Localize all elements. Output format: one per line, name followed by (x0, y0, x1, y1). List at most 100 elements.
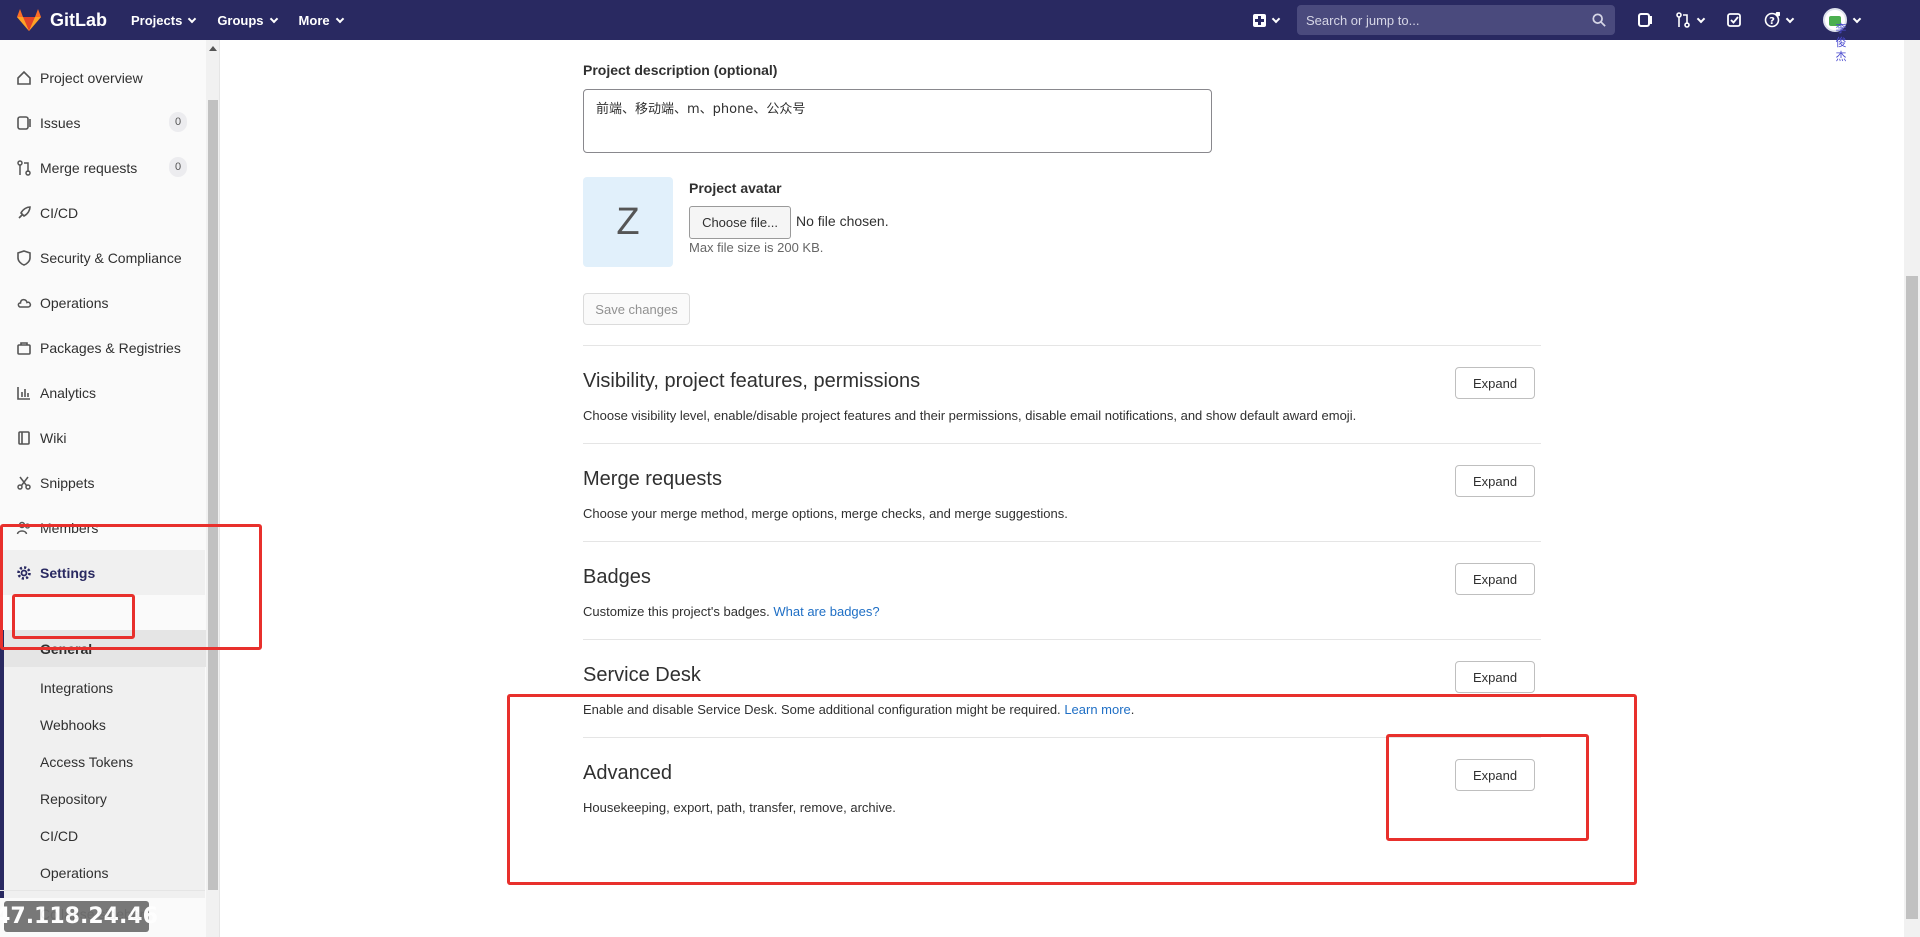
sidebar-sub-general[interactable]: General (4, 630, 209, 667)
sidebar-item-wiki[interactable]: Wiki (0, 415, 205, 460)
search-bar[interactable] (1297, 5, 1615, 35)
sidebar-sub-integrations[interactable]: Integrations (4, 669, 209, 706)
section-description: Choose your merge method, merge options,… (583, 506, 1068, 521)
nav-projects[interactable]: Projects (131, 13, 197, 28)
issues-nav-button[interactable] (1637, 12, 1653, 28)
section-badges: Badges Customize this project's badges. … (583, 541, 1541, 639)
chevron-down-icon (269, 14, 278, 23)
save-changes-button[interactable]: Save changes (583, 293, 690, 325)
section-description-text: Choose your merge method, merge options,… (583, 506, 1068, 521)
chevron-down-icon (1696, 14, 1706, 23)
nav-more[interactable]: More (298, 12, 344, 28)
scroll-up-arrow-icon[interactable] (209, 46, 217, 51)
sidebar-item-label: Project overview (40, 69, 143, 86)
section-advanced: Advanced Housekeeping, export, path, tra… (583, 737, 1541, 835)
sidebar-item-label: Issues (40, 114, 81, 131)
avatar-label: Project avatar (689, 180, 782, 196)
section-title: Badges (583, 566, 651, 588)
section-description-text: Choose visibility level, enable/disable … (583, 408, 1357, 423)
section-description-text: Customize this project's badges. (583, 604, 770, 619)
nav-right: ? (1253, 0, 1862, 40)
sidebar-item-operations[interactable]: Operations (0, 280, 205, 325)
nav-more-label: More (298, 12, 330, 28)
nav-groups[interactable]: Groups (217, 12, 278, 28)
section-description-text: Enable and disable Service Desk. Some ad… (583, 702, 1061, 717)
sidebar-sub-cicd[interactable]: CI/CD (4, 817, 209, 854)
chevron-down-icon (188, 14, 197, 23)
section-title: Service Desk (583, 664, 701, 686)
shield-icon (17, 249, 31, 266)
description-field[interactable]: 前端、移动端、m、phone、公众号 (583, 89, 1212, 153)
sidebar-sub-operations[interactable]: Operations (4, 854, 209, 891)
svg-text:?: ? (1769, 16, 1775, 27)
chevron-down-icon (1271, 14, 1281, 23)
sidebar-scrollbar-thumb[interactable] (208, 100, 218, 890)
page-scrollbar-thumb[interactable] (1906, 276, 1918, 919)
section-service-desk: Service Desk Enable and disable Service … (583, 639, 1541, 737)
merge-request-icon (17, 159, 31, 176)
gitlab-logo-icon (17, 9, 41, 31)
nav-groups-label: Groups (217, 12, 264, 28)
what-are-badges-link[interactable]: What are badges? (773, 604, 879, 619)
section-title: Merge requests (583, 468, 722, 490)
sidebar-item-label: Members (40, 519, 99, 536)
gear-icon (17, 565, 31, 580)
expand-service-desk-button[interactable]: Expand (1455, 661, 1535, 693)
sidebar-item-members[interactable]: Members (0, 505, 205, 550)
sidebar-item-issues[interactable]: Issues 0 (0, 100, 205, 145)
settings-submenu: General Integrations Webhooks Access Tok… (0, 630, 209, 898)
sidebar-item-snippets[interactable]: Snippets (0, 460, 205, 505)
section-description: Enable and disable Service Desk. Some ad… (583, 702, 1134, 717)
expand-advanced-button[interactable]: Expand (1455, 759, 1535, 791)
section-description: Choose visibility level, enable/disable … (583, 408, 1356, 423)
home-icon (17, 70, 31, 85)
sidebar-item-label: Analytics (40, 384, 97, 401)
section-description-text: Housekeeping, export, path, transfer, re… (583, 800, 896, 815)
section-description: Housekeeping, export, path, transfer, re… (583, 800, 896, 815)
search-input[interactable] (1306, 12, 1566, 28)
sidebar-item-label: Security & Compliance (40, 249, 182, 266)
nav-menu: Projects Groups More (131, 13, 365, 28)
rocket-icon (18, 205, 31, 219)
sidebar-item-cicd[interactable]: CI/CD (0, 190, 205, 235)
sidebar-sub-repository[interactable]: Repository (4, 780, 209, 817)
help-nav-button[interactable]: ? (1764, 12, 1795, 28)
new-item-button[interactable] (1253, 13, 1281, 27)
ip-overlay: 47.118.24.46 (0, 901, 158, 932)
users-icon (16, 521, 31, 534)
sidebar-item-label: Settings (40, 564, 96, 581)
merge-requests-nav-button[interactable] (1675, 12, 1706, 28)
sidebar-item-label: CI/CD (40, 204, 79, 221)
description-label: Project description (optional) (583, 62, 778, 78)
choose-file-button[interactable]: Choose file... (689, 206, 791, 239)
sidebar-item-settings[interactable]: Settings (0, 550, 205, 595)
sidebar-item-security[interactable]: Security & Compliance (0, 235, 205, 280)
top-navbar: GitLab Projects Groups More Search or ju… (0, 0, 1920, 40)
section-visibility: Visibility, project features, permission… (583, 345, 1541, 443)
brand[interactable]: GitLab (16, 8, 107, 32)
package-icon (17, 341, 31, 355)
todos-nav-button[interactable] (1726, 12, 1742, 28)
chevron-down-icon (335, 14, 344, 23)
chevron-down-icon (1785, 14, 1795, 23)
search-icon (1592, 13, 1606, 27)
expand-visibility-button[interactable]: Expand (1455, 367, 1535, 399)
main-content: Project description (optional) 前端、移动端、m、… (221, 40, 1904, 937)
project-avatar: Z (583, 177, 673, 267)
section-merge-requests: Merge requests Choose your merge method,… (583, 443, 1541, 541)
expand-badges-button[interactable]: Expand (1455, 563, 1535, 595)
sidebar-sub-webhooks[interactable]: Webhooks (4, 706, 209, 743)
sidebar-item-merge-requests[interactable]: Merge requests 0 (0, 145, 205, 190)
expand-merge-requests-button[interactable]: Expand (1455, 465, 1535, 497)
sidebar-item-label: Operations (40, 294, 109, 311)
sidebar-item-analytics[interactable]: Analytics (0, 370, 205, 415)
book-icon (18, 430, 30, 445)
learn-more-link[interactable]: Learn more (1064, 702, 1130, 717)
file-size-hint: Max file size is 200 KB. (689, 240, 824, 255)
sidebar-sub-access-tokens[interactable]: Access Tokens (4, 743, 209, 780)
scissors-icon (17, 476, 31, 490)
merge-request-icon (1676, 12, 1690, 28)
sidebar-item-project-overview[interactable]: Project overview (0, 55, 205, 100)
section-title: Visibility, project features, permission… (583, 370, 921, 392)
sidebar-item-packages[interactable]: Packages & Registries (0, 325, 205, 370)
